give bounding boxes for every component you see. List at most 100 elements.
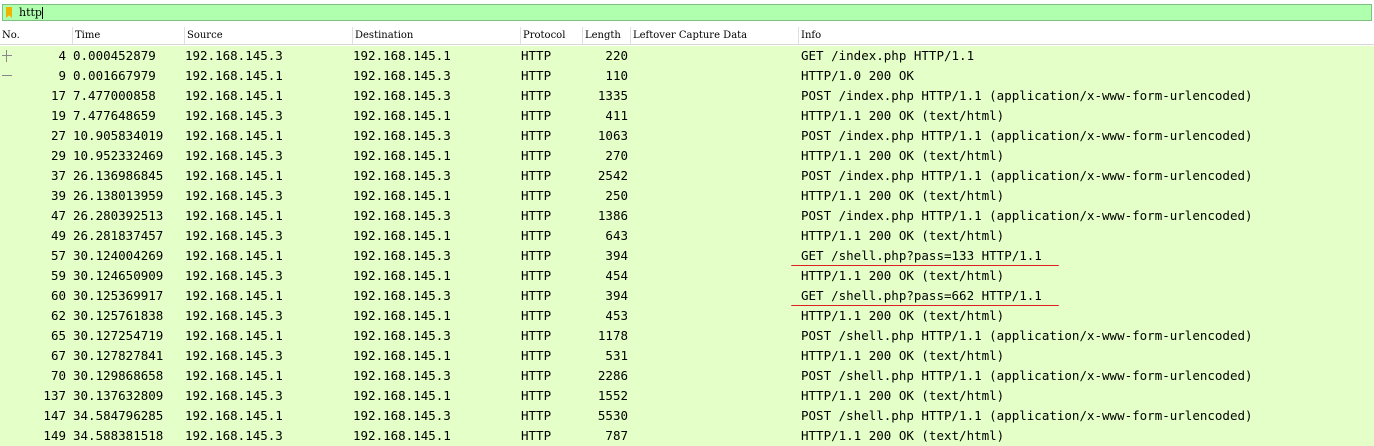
- packet-row[interactable]: 59 30.124650909 192.168.145.3 192.168.145.1…: [0, 266, 1374, 286]
- column-header-no[interactable]: No.: [0, 27, 73, 44]
- packet-row[interactable]: 17 7.477000858 192.168.145.1 192.168.145.3 H…: [0, 86, 1374, 106]
- packet-time: 34.588381518: [73, 428, 164, 443]
- packet-row[interactable]: 147 34.584796285 192.168.145.1 192.168.145.…: [0, 406, 1374, 426]
- packet-no: 65: [50, 328, 66, 343]
- packet-destination: 192.168.145.1: [353, 268, 451, 283]
- packet-row[interactable]: 27 10.905834019 192.168.145.1 192.168.145.3…: [0, 126, 1374, 146]
- packet-length: 453: [605, 308, 628, 323]
- packet-info: POST /shell.php HTTP/1.1 (application/x-…: [801, 368, 1253, 383]
- packet-length: 5530: [597, 408, 628, 423]
- packet-length: 2286: [597, 368, 628, 383]
- packet-no: 60: [50, 288, 66, 303]
- packet-no: 17: [50, 88, 66, 103]
- packet-row[interactable]: 137 30.137632809 192.168.145.3 192.168.145.…: [0, 386, 1374, 406]
- packet-destination: 192.168.145.1: [353, 348, 451, 363]
- packet-row[interactable]: 49 26.281837457 192.168.145.3 192.168.145.1…: [0, 226, 1374, 246]
- packet-length: 1178: [597, 328, 628, 343]
- packet-source: 192.168.145.3: [185, 228, 283, 243]
- packet-protocol: HTTP: [521, 288, 552, 303]
- packet-length: 787: [605, 428, 628, 443]
- packet-no: 62: [50, 308, 66, 323]
- packet-time: 30.125761838: [73, 308, 164, 323]
- packet-row[interactable]: 9 0.001667979 192.168.145.1 192.168.145.3 HT…: [0, 66, 1374, 86]
- packet-length: 1335: [597, 88, 628, 103]
- packet-time: 30.124650909: [73, 268, 164, 283]
- packet-row[interactable]: 47 26.280392513 192.168.145.1 192.168.145.3…: [0, 206, 1374, 226]
- packet-protocol: HTTP: [521, 48, 552, 63]
- packet-source: 192.168.145.1: [185, 408, 283, 423]
- packet-source: 192.168.145.1: [185, 128, 283, 143]
- packet-row[interactable]: 67 30.127827841 192.168.145.3 192.168.145.1…: [0, 346, 1374, 366]
- column-header-source[interactable]: Source: [185, 27, 353, 44]
- packet-info: HTTP/1.1 200 OK (text/html): [801, 308, 1005, 323]
- packet-length: 454: [605, 268, 628, 283]
- packet-row[interactable]: 4 0.000452879 192.168.145.3 192.168.145.1 HT…: [0, 46, 1374, 66]
- packet-source: 192.168.145.3: [185, 188, 283, 203]
- packet-no: 37: [50, 168, 66, 183]
- packet-source: 192.168.145.3: [185, 428, 283, 443]
- packet-destination: 192.168.145.1: [353, 388, 451, 403]
- packet-length: 1386: [597, 208, 628, 223]
- packet-destination: 192.168.145.1: [353, 428, 451, 443]
- packet-info: HTTP/1.1 200 OK (text/html): [801, 228, 1005, 243]
- packet-source: 192.168.145.1: [185, 168, 283, 183]
- column-header-time[interactable]: Time: [73, 27, 185, 44]
- packet-row[interactable]: 37 26.136986845 192.168.145.1 192.168.145.3…: [0, 166, 1374, 186]
- packet-protocol: HTTP: [521, 328, 552, 343]
- packet-destination: 192.168.145.3: [353, 208, 451, 223]
- packet-destination: 192.168.145.1: [353, 308, 451, 323]
- packet-row[interactable]: 57 30.124004269 192.168.145.1 192.168.145.3…: [0, 246, 1374, 267]
- packet-destination: 192.168.145.1: [353, 228, 451, 243]
- column-header-destination[interactable]: Destination: [353, 27, 521, 44]
- packet-destination: 192.168.145.3: [353, 248, 451, 263]
- packet-info: HTTP/1.1 200 OK (text/html): [801, 388, 1005, 403]
- packet-protocol: HTTP: [521, 388, 552, 403]
- packet-destination: 192.168.145.3: [353, 168, 451, 183]
- packet-source: 192.168.145.1: [185, 328, 283, 343]
- packet-time: 30.137632809: [73, 388, 164, 403]
- packet-info: POST /index.php HTTP/1.1 (application/x-…: [801, 168, 1253, 183]
- packet-row[interactable]: 39 26.138013959 192.168.145.3 192.168.145.1…: [0, 186, 1374, 206]
- column-header-length[interactable]: Length: [583, 27, 631, 44]
- column-header-info[interactable]: Info: [799, 27, 1374, 44]
- packet-row[interactable]: 19 7.477648659 192.168.145.3 192.168.145.1 H…: [0, 106, 1374, 126]
- packet-info: HTTP/1.1 200 OK (text/html): [801, 428, 1005, 443]
- packet-row[interactable]: 60 30.125369917 192.168.145.1 192.168.145.3…: [0, 286, 1374, 307]
- packet-length: 250: [605, 188, 628, 203]
- packet-time: 30.127827841: [73, 348, 164, 363]
- packet-row[interactable]: 70 30.129868658 192.168.145.1 192.168.145.3…: [0, 366, 1374, 386]
- packet-time: 26.136986845: [73, 168, 164, 183]
- packet-protocol: HTTP: [521, 308, 552, 323]
- packet-time: 30.125369917: [73, 288, 164, 303]
- packet-row[interactable]: 62 30.125761838 192.168.145.3 192.168.145.1…: [0, 306, 1374, 326]
- column-header-leftover[interactable]: Leftover Capture Data: [631, 27, 799, 44]
- packet-no: 19: [50, 108, 66, 123]
- packet-no: 39: [50, 188, 66, 203]
- packet-no: 9: [58, 68, 66, 83]
- packet-protocol: HTTP: [521, 408, 552, 423]
- packet-destination: 192.168.145.1: [353, 188, 451, 203]
- packet-protocol: HTTP: [521, 108, 552, 123]
- column-header-protocol[interactable]: Protocol: [521, 27, 583, 44]
- packet-source: 192.168.145.1: [185, 248, 283, 263]
- packet-destination: 192.168.145.3: [353, 368, 451, 383]
- packet-info: POST /shell.php HTTP/1.1 (application/x-…: [801, 408, 1253, 423]
- packet-no: 70: [50, 368, 66, 383]
- packet-length: 2542: [597, 168, 628, 183]
- packet-source: 192.168.145.3: [185, 268, 283, 283]
- packet-row[interactable]: 149 34.588381518 192.168.145.3 192.168.145.…: [0, 426, 1374, 446]
- packet-row[interactable]: 29 10.952332469 192.168.145.3 192.168.145.1…: [0, 146, 1374, 166]
- packet-list-header: No. Time Source Destination Protocol Len…: [0, 27, 1374, 45]
- packet-length: 643: [605, 228, 628, 243]
- display-filter-bar: http: [0, 0, 1374, 27]
- packet-row[interactable]: 65 30.127254719 192.168.145.1 192.168.145.3…: [0, 326, 1374, 346]
- packet-length: 394: [605, 288, 628, 303]
- packet-no: 47: [50, 208, 66, 223]
- filter-text: http: [19, 6, 42, 19]
- packet-source: 192.168.145.3: [185, 388, 283, 403]
- packet-info: GET /shell.php?pass=133 HTTP/1.1: [801, 248, 1042, 263]
- packet-info: HTTP/1.1 200 OK (text/html): [801, 148, 1005, 163]
- bookmark-icon[interactable]: [6, 7, 12, 18]
- packet-info: GET /shell.php?pass=662 HTTP/1.1: [801, 288, 1042, 303]
- display-filter-input[interactable]: http: [2, 4, 1372, 21]
